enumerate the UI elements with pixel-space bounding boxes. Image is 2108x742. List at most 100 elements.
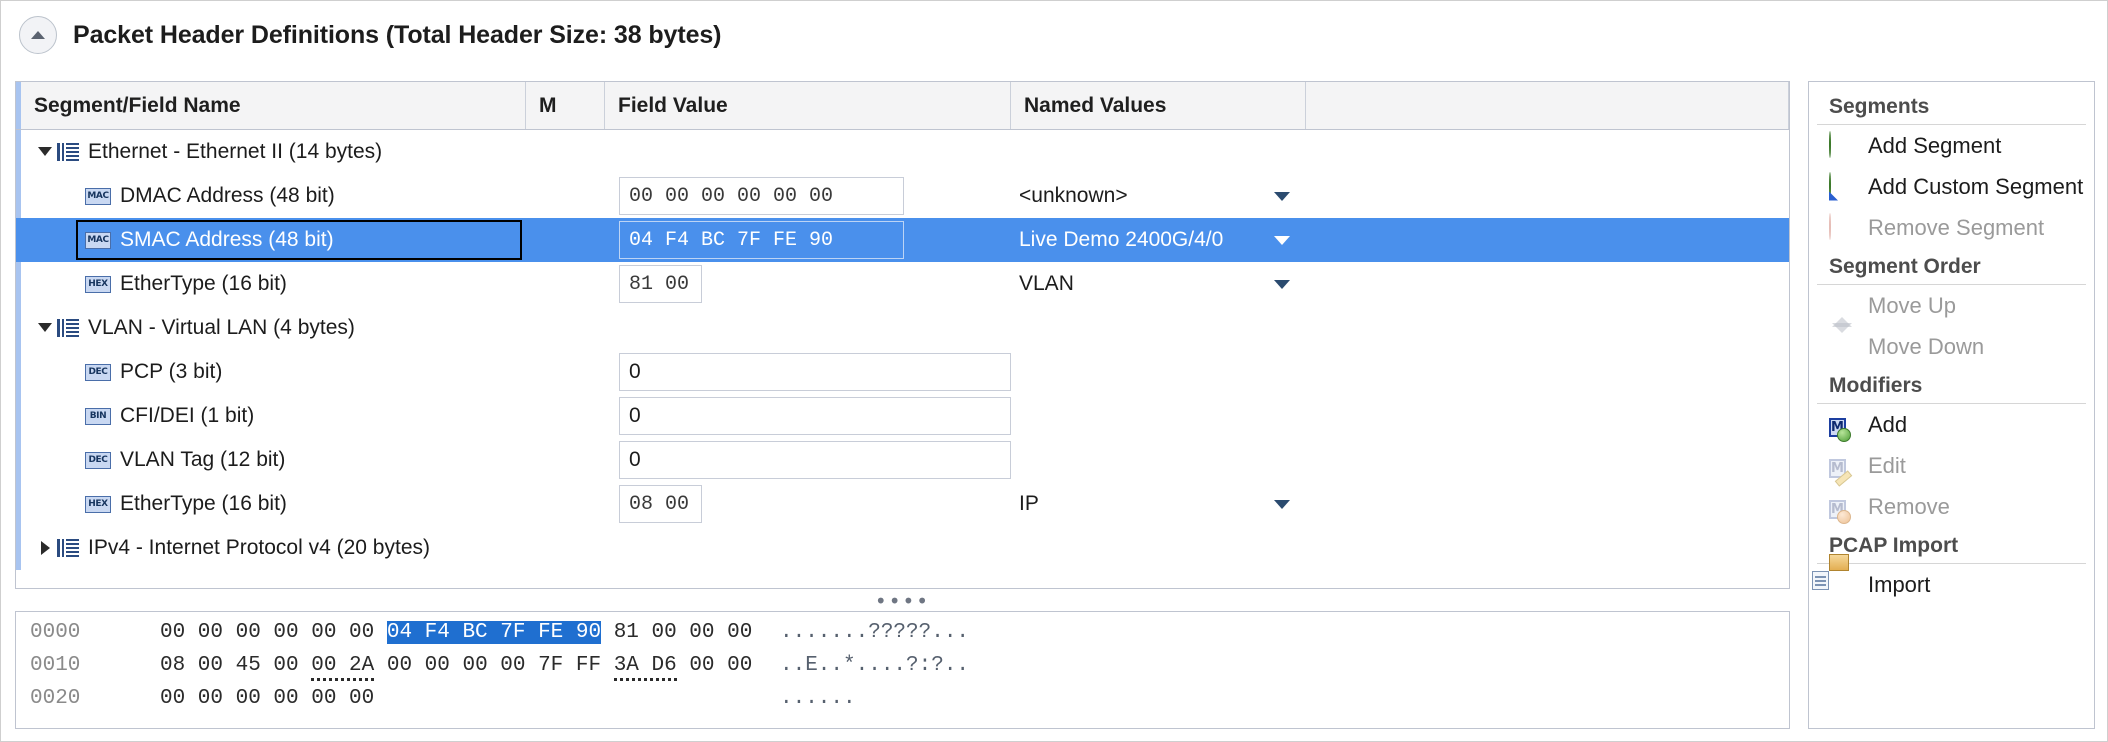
cell-segment-field-name[interactable]: BIN CFI/DEI (1 bit) xyxy=(21,394,526,438)
cell-field-value[interactable] xyxy=(605,130,1011,174)
cell-modifier[interactable] xyxy=(526,350,605,394)
cell-named-value[interactable] xyxy=(1011,438,1306,482)
cell-modifier[interactable] xyxy=(526,394,605,438)
sidebar-item-add-segment[interactable]: Add Segment xyxy=(1817,125,2086,166)
cell-named-value[interactable]: VLAN xyxy=(1011,262,1306,306)
cell-named-value[interactable] xyxy=(1011,130,1306,174)
table-row[interactable]: MAC DMAC Address (48 bit) 00 00 00 00 00 0… xyxy=(16,174,1789,218)
chevron-down-icon[interactable] xyxy=(1274,279,1290,289)
cell-field-value[interactable]: 0 xyxy=(605,350,1011,394)
column-header-named-values[interactable]: Named Values xyxy=(1011,82,1306,129)
cell-field-value[interactable]: 08 00 xyxy=(605,482,1011,526)
hex-dump-line: 0010 08 00 45 00 00 2A 00 00 00 00 7F FF … xyxy=(30,654,1789,687)
cell-named-value[interactable] xyxy=(1011,394,1306,438)
column-header-field-value[interactable]: Field Value xyxy=(605,82,1011,129)
pane-splitter[interactable]: •••• xyxy=(15,591,1790,611)
cell-modifier[interactable] xyxy=(526,306,605,350)
cell-segment-field-name[interactable]: HEX EtherType (16 bit) xyxy=(21,482,526,526)
sidebar-item-label: Move Up xyxy=(1868,292,1957,318)
hex-bytes[interactable]: 00 00 00 00 00 00 xyxy=(160,687,780,710)
cell-segment-field-name[interactable]: MAC DMAC Address (48 bit) xyxy=(21,174,526,218)
panel-body: Segment/Field Name M Field Value Named V… xyxy=(15,81,2095,729)
cell-segment-field-name[interactable]: Ethernet - Ethernet II (14 bytes) xyxy=(21,130,526,174)
hex-dump-view[interactable]: 0000 00 00 00 00 00 00 04 F4 BC 7F FE 90 … xyxy=(15,611,1790,729)
cell-segment-field-name[interactable]: VLAN - Virtual LAN (4 bytes) xyxy=(21,306,526,350)
table-row[interactable]: HEX EtherType (16 bit) 08 00 IP xyxy=(16,482,1789,526)
cell-segment-field-name[interactable]: DEC PCP (3 bit) xyxy=(21,350,526,394)
hex-bytes-highlighted: 04 F4 BC 7F FE 90 xyxy=(386,621,602,644)
cell-segment-field-name[interactable]: DEC VLAN Tag (12 bit) xyxy=(21,438,526,482)
hex-dump-line: 0020 00 00 00 00 00 00...... xyxy=(30,687,1789,720)
chevron-down-icon[interactable] xyxy=(1274,235,1290,245)
field-value-input[interactable]: 0 xyxy=(619,353,1011,391)
cell-field-value[interactable]: 04 F4 BC 7F FE 90 xyxy=(605,218,1011,262)
cell-modifier[interactable] xyxy=(526,438,605,482)
table-row[interactable]: DEC PCP (3 bit) 0 xyxy=(16,350,1789,394)
table-row[interactable]: Ethernet - Ethernet II (14 bytes) xyxy=(16,130,1789,174)
cell-field-value[interactable] xyxy=(605,306,1011,350)
hex-offset: 0010 xyxy=(30,654,81,677)
cell-segment-field-name[interactable]: HEX EtherType (16 bit) xyxy=(21,262,526,306)
cell-field-value[interactable]: 81 00 xyxy=(605,262,1011,306)
cell-named-value[interactable] xyxy=(1011,350,1306,394)
table-row[interactable]: MAC SMAC Address (48 bit) 04 F4 BC 7F FE 9… xyxy=(16,218,1789,262)
arrow-down-icon xyxy=(1829,322,1857,361)
table-row[interactable]: HEX EtherType (16 bit) 81 00 VLAN xyxy=(16,262,1789,306)
field-value-input[interactable]: 0 xyxy=(619,441,1011,479)
sidebar-item-add[interactable]: M Add xyxy=(1817,404,2086,445)
chevron-right-icon[interactable] xyxy=(33,526,57,570)
field-value-input[interactable]: 04 F4 BC 7F FE 90 xyxy=(619,221,904,259)
hex-offset: 0020 xyxy=(30,687,81,710)
sidebar-item-remove-segment: Remove Segment xyxy=(1817,207,2086,248)
hex-bytes[interactable]: 08 00 45 00 00 2A 00 00 00 00 7F FF 3A D… xyxy=(160,654,780,681)
chevron-down-icon[interactable] xyxy=(1274,499,1290,509)
cell-named-value[interactable] xyxy=(1011,526,1306,570)
chevron-down-icon[interactable] xyxy=(33,130,57,174)
chevron-up-icon[interactable] xyxy=(19,16,57,54)
cell-field-value[interactable] xyxy=(605,526,1011,570)
cell-named-value[interactable]: <unknown> xyxy=(1011,174,1306,218)
field-value-input[interactable]: 00 00 00 00 00 00 xyxy=(619,177,904,215)
column-header-segment-field-name[interactable]: Segment/Field Name xyxy=(21,82,526,129)
cell-field-value[interactable]: 0 xyxy=(605,438,1011,482)
table-row[interactable]: VLAN - Virtual LAN (4 bytes) xyxy=(16,306,1789,350)
cell-modifier[interactable] xyxy=(526,130,605,174)
field-label: SMAC Address (48 bit) xyxy=(120,228,334,251)
field-value-input[interactable]: 81 00 xyxy=(619,265,702,303)
cell-field-value[interactable]: 00 00 00 00 00 00 xyxy=(605,174,1011,218)
cell-named-value[interactable]: Live Demo 2400G/4/0 xyxy=(1011,218,1306,262)
cell-modifier[interactable] xyxy=(526,482,605,526)
hex-ascii: .......?????... xyxy=(780,621,970,644)
cell-named-value[interactable] xyxy=(1011,306,1306,350)
column-header-m[interactable]: M xyxy=(526,82,605,129)
field-value-input[interactable]: 0 xyxy=(619,397,1011,435)
sidebar-item-import[interactable]: Import xyxy=(1812,553,2086,605)
cell-modifier[interactable] xyxy=(526,526,605,570)
hex-bytes[interactable]: 00 00 00 00 00 00 04 F4 BC 7F FE 90 81 0… xyxy=(160,621,780,644)
sidebar-item-move-up: Move Up xyxy=(1817,285,2086,327)
cell-modifier[interactable] xyxy=(526,174,605,218)
chevron-down-icon[interactable] xyxy=(33,306,57,350)
segment-label: Ethernet - Ethernet II (14 bytes) xyxy=(88,140,383,163)
table-row[interactable]: DEC VLAN Tag (12 bit) 0 xyxy=(16,438,1789,482)
table-row[interactable]: BIN CFI/DEI (1 bit) 0 xyxy=(16,394,1789,438)
sidebar-item-move-down: Move Down xyxy=(1817,322,2086,367)
chevron-down-icon[interactable] xyxy=(1274,191,1290,201)
cell-segment-field-name[interactable]: MAC SMAC Address (48 bit) xyxy=(21,218,526,262)
modifier-add-icon: M xyxy=(1829,411,1857,442)
cell-named-value[interactable]: IP xyxy=(1011,482,1306,526)
sidebar-item-add-custom-segment[interactable]: Add Custom Segment xyxy=(1817,166,2086,207)
cell-filler xyxy=(1306,130,1789,174)
table-row[interactable]: IPv4 - Internet Protocol v4 (20 bytes) xyxy=(16,526,1789,570)
sidebar-group-title: Segment Order xyxy=(1817,248,2086,285)
cell-filler xyxy=(1306,306,1789,350)
remove-circle-icon xyxy=(1829,212,1857,242)
sidebar-item-label: Add xyxy=(1868,411,1908,437)
packet-header-definitions-panel: Packet Header Definitions (Total Header … xyxy=(0,0,2108,742)
cell-modifier[interactable] xyxy=(526,262,605,306)
cell-filler xyxy=(1306,262,1789,306)
cell-segment-field-name[interactable]: IPv4 - Internet Protocol v4 (20 bytes) xyxy=(21,526,526,570)
cell-modifier[interactable] xyxy=(526,218,605,262)
field-value-input[interactable]: 08 00 xyxy=(619,485,702,523)
cell-field-value[interactable]: 0 xyxy=(605,394,1011,438)
